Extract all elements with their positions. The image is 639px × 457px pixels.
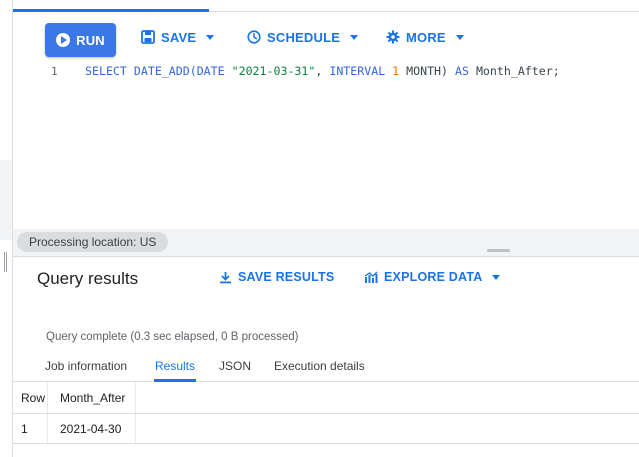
more-button[interactable]: MORE <box>386 23 464 51</box>
gear-icon <box>386 30 400 44</box>
save-results-label: SAVE RESULTS <box>238 270 335 284</box>
column-header-month-after[interactable]: Month_After <box>48 382 136 413</box>
explore-data-label: EXPLORE DATA <box>384 270 483 284</box>
processing-location-chip[interactable]: Processing location: US <box>17 232 169 252</box>
run-label: RUN <box>76 32 105 48</box>
line-number: 1 <box>51 65 58 78</box>
query-status: Query complete (0.3 sec elapsed, 0 B pro… <box>46 331 299 343</box>
function-token: DATE_ADD( <box>133 64 197 78</box>
string-token: "2021-03-31" <box>231 64 316 78</box>
chart-icon <box>364 271 378 283</box>
play-circle-icon <box>56 33 71 47</box>
results-tabs: Job information Results JSON Execution d… <box>13 352 639 382</box>
results-header: Query results SAVE RESULTS EXPLORE DATA <box>13 256 639 298</box>
sql-code-line[interactable]: SELECT DATE_ADD(DATE "2021-03-31", INTER… <box>85 64 560 78</box>
processing-location-label: Processing location: US <box>29 235 157 249</box>
schedule-label: SCHEDULE <box>267 29 341 45</box>
save-button[interactable]: SAVE <box>141 23 215 51</box>
results-title: Query results <box>37 269 139 288</box>
query-toolbar: RUN SAVE SCHEDULE MORE <box>13 13 639 61</box>
identifier-token: MONTH) <box>399 64 455 78</box>
tab-job-information[interactable]: Job information <box>45 359 127 373</box>
more-label: MORE <box>406 29 446 45</box>
keyword-token: INTERVAL <box>329 64 386 78</box>
caret-down-icon <box>455 34 464 40</box>
caret-down-icon <box>492 274 501 280</box>
explore-data-button[interactable]: EXPLORE DATA <box>364 270 501 284</box>
tab-json[interactable]: JSON <box>219 359 251 373</box>
table-header-row: Row Month_After <box>13 382 639 414</box>
save-label: SAVE <box>161 29 197 45</box>
save-results-button[interactable]: SAVE RESULTS <box>219 270 334 284</box>
sql-editor[interactable]: 1 SELECT DATE_ADD(DATE "2021-03-31", INT… <box>13 61 639 229</box>
table-row[interactable]: 1 2021-04-30 <box>13 414 639 444</box>
keyword-token: SELECT <box>85 64 134 78</box>
pane-resize-handle[interactable] <box>487 249 510 252</box>
left-rail <box>0 0 13 457</box>
caret-down-icon <box>206 34 215 40</box>
tab-results[interactable]: Results <box>155 359 195 373</box>
active-tab-indicator <box>13 9 209 12</box>
column-header-row[interactable]: Row <box>13 382 48 413</box>
rail-shade <box>0 160 12 240</box>
download-icon <box>220 271 231 283</box>
editor-gutter: 1 <box>13 61 85 229</box>
punctuation-token: , <box>315 64 330 78</box>
tab-execution-details[interactable]: Execution details <box>274 359 365 373</box>
keyword-token: DATE <box>196 64 225 78</box>
editor-tab-strip <box>13 0 639 12</box>
results-table: Row Month_After 1 2021-04-30 <box>13 382 639 444</box>
keyword-token: AS <box>455 64 469 78</box>
identifier-token: Month_After; <box>468 64 560 78</box>
clock-icon <box>247 30 261 44</box>
panel-resize-grip[interactable] <box>4 252 7 272</box>
schedule-button[interactable]: SCHEDULE <box>247 23 359 51</box>
row-number-cell: 1 <box>13 414 48 443</box>
month-after-cell[interactable]: 2021-04-30 <box>48 414 136 443</box>
run-button[interactable]: RUN <box>45 23 116 57</box>
editor-status-bar: Processing location: US <box>13 229 639 256</box>
save-icon <box>141 30 155 44</box>
caret-down-icon <box>350 34 359 40</box>
